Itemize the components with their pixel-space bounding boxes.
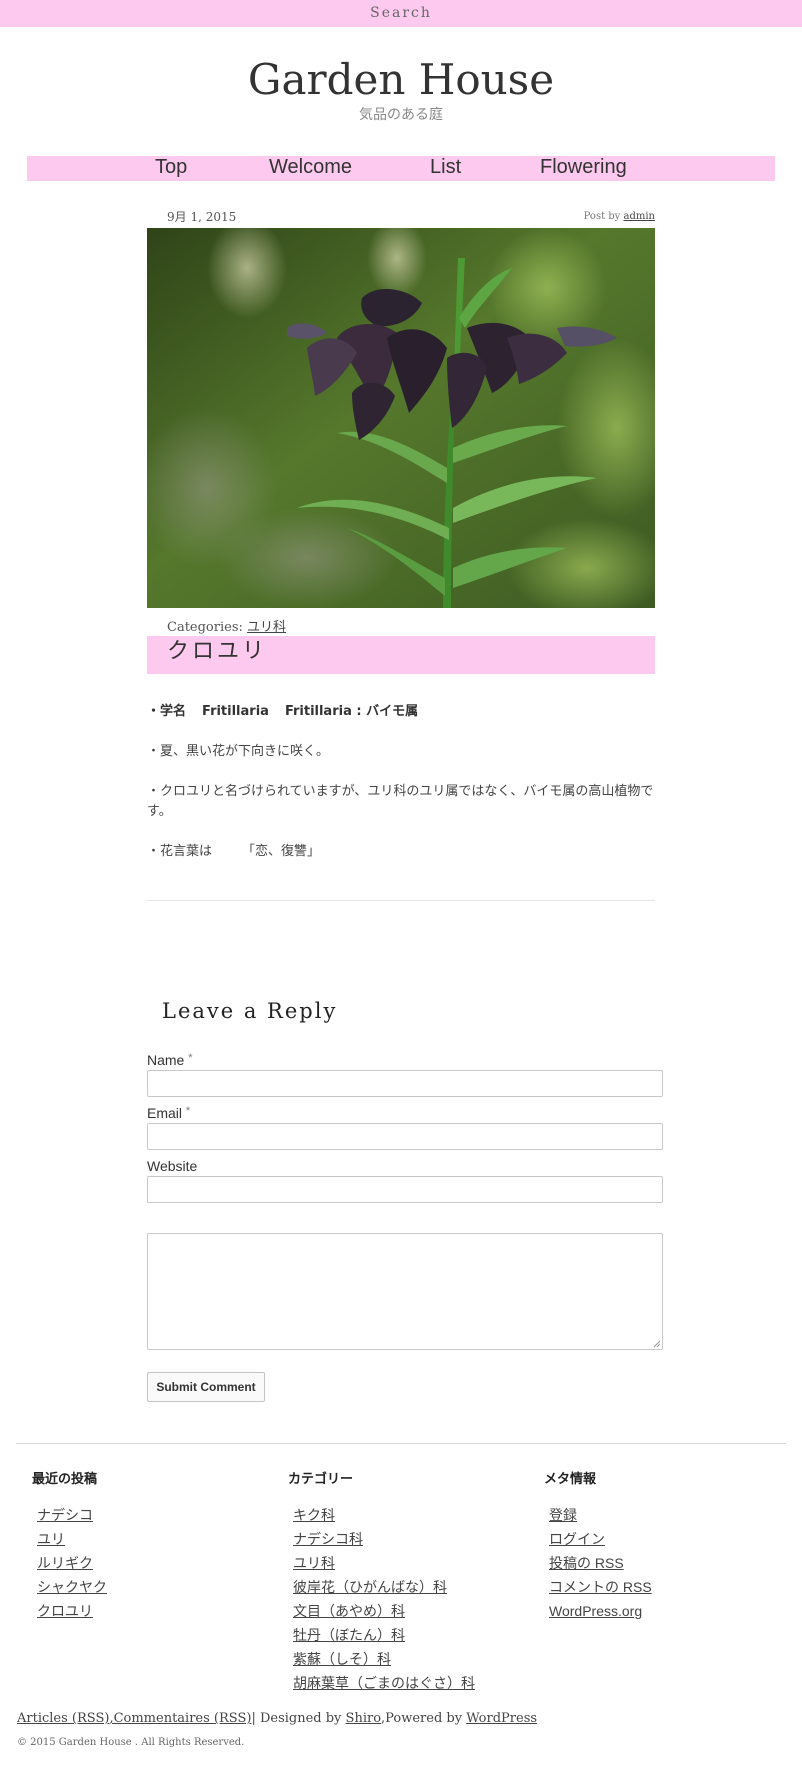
name-label-text: Name — [147, 1052, 185, 1068]
email-label: Email * — [147, 1105, 190, 1121]
main-nav — [27, 156, 775, 181]
sci-label: ・学名 — [147, 704, 187, 719]
nav-item-top[interactable]: Top — [155, 154, 187, 181]
author-link[interactable]: admin — [624, 211, 655, 222]
submit-comment-button[interactable]: Submit Comment — [147, 1372, 265, 1402]
recent-post-item[interactable]: クロユリ — [37, 1599, 107, 1623]
meta-widget-list: 登録 ログイン 投稿の RSS コメントの RSS WordPress.org — [549, 1503, 652, 1623]
website-field[interactable] — [147, 1176, 663, 1203]
required-mark: * — [188, 1052, 193, 1064]
category-item[interactable]: 彼岸花（ひがんばな）科 — [293, 1575, 475, 1599]
categories-label: Categories: — [167, 620, 243, 635]
content-line-3: ・クロユリと名づけられていますが、ユリ科のユリ属ではなく、バイモ属の高山植物です… — [147, 784, 654, 819]
category-item[interactable]: ナデシコ科 — [293, 1527, 475, 1551]
website-label: Website — [147, 1158, 198, 1174]
category-item[interactable]: 胡麻葉草（ごまのはぐさ）科 — [293, 1671, 475, 1695]
required-mark: * — [185, 1105, 191, 1117]
black-lily-photo — [147, 228, 655, 608]
nav-item-list[interactable]: List — [430, 154, 461, 181]
content-line-2: ・夏、黒い花が下向きに咲く。 — [147, 744, 330, 759]
category-item[interactable]: 牡丹（ぼたん）科 — [293, 1623, 475, 1647]
categories-widget-title: カテゴリー — [288, 1472, 354, 1487]
sci-genus: Fritillaria : バイモ属 — [284, 704, 419, 719]
site-subtitle: 気品のある庭 — [359, 107, 443, 123]
meta-item[interactable]: 登録 — [549, 1503, 652, 1527]
recent-post-item[interactable]: ユリ — [37, 1527, 107, 1551]
meta-widget-title: メタ情報 — [544, 1472, 597, 1487]
category-item[interactable]: 文目（あやめ）科 — [293, 1599, 475, 1623]
post-content: ・学名 Fritillaria Fritillaria : バイモ属 ・夏、黒い花が… — [147, 702, 657, 882]
search-label[interactable]: Search — [0, 5, 802, 21]
post-title[interactable]: クロユリ — [167, 636, 267, 668]
comments-rss-link[interactable]: Commentaires (RSS) — [114, 1711, 252, 1726]
flower-language-value: 「恋、復讐」 — [242, 844, 321, 859]
post-date: 9月 1, 2015 — [167, 210, 237, 224]
category-item[interactable]: キク科 — [293, 1503, 475, 1527]
copyright: © 2015 Garden House . All Rights Reserve… — [17, 1737, 245, 1748]
category-item[interactable]: 紫蘇（しそ）科 — [293, 1647, 475, 1671]
nav-item-flowering[interactable]: Flowering — [540, 154, 627, 181]
recent-post-item[interactable]: ルリギク — [37, 1551, 107, 1575]
content-divider — [147, 900, 655, 901]
meta-item[interactable]: ログイン — [549, 1527, 652, 1551]
email-label-text: Email — [147, 1105, 183, 1121]
sci-name: Fritillaria — [202, 704, 269, 719]
site-title[interactable]: Garden House — [0, 52, 802, 107]
powered-by-text: ,Powered by — [381, 1711, 463, 1726]
categories-widget-list: キク科 ナデシコ科 ユリ科 彼岸花（ひがんばな）科 文目（あやめ）科 牡丹（ぼた… — [293, 1503, 475, 1695]
recent-post-item[interactable]: シャクヤク — [37, 1575, 107, 1599]
post-by-label: Post by — [583, 211, 621, 222]
articles-rss-link[interactable]: Articles (RSS) — [17, 1711, 109, 1726]
flower-language-label: ・花言葉は — [147, 844, 213, 859]
nav-item-welcome[interactable]: Welcome — [269, 154, 352, 181]
featured-image — [147, 228, 655, 608]
designer-link[interactable]: Shiro — [346, 1711, 381, 1726]
comment-textarea[interactable] — [147, 1233, 663, 1350]
recent-posts-list: ナデシコ ユリ ルリギク シャクヤク クロユリ — [37, 1503, 107, 1623]
post-author-line: Post by admin — [584, 211, 655, 222]
designed-by-text: | Designed by — [251, 1711, 342, 1726]
name-field[interactable] — [147, 1070, 663, 1097]
footer-divider — [16, 1443, 786, 1444]
footer-credits: Articles (RSS),Commentaires (RSS)| Desig… — [17, 1711, 537, 1726]
category-link[interactable]: ユリ科 — [247, 620, 286, 635]
reply-title: Leave a Reply — [162, 999, 338, 1023]
category-item[interactable]: ユリ科 — [293, 1551, 475, 1575]
meta-item[interactable]: コメントの RSS — [549, 1575, 652, 1599]
name-label: Name * — [147, 1052, 193, 1068]
recent-posts-title: 最近の投稿 — [32, 1472, 98, 1487]
wordpress-link[interactable]: WordPress — [466, 1711, 537, 1726]
flower-language-line: ・花言葉は 「恋、復讐」 — [147, 842, 657, 862]
meta-item[interactable]: 投稿の RSS — [549, 1551, 652, 1575]
resize-grip-icon[interactable] — [653, 1340, 661, 1348]
post-categories: Categories: ユリ科 — [167, 616, 286, 635]
recent-post-item[interactable]: ナデシコ — [37, 1503, 107, 1527]
scientific-name-line: ・学名 Fritillaria Fritillaria : バイモ属 — [147, 702, 657, 722]
email-field[interactable] — [147, 1123, 663, 1150]
meta-item[interactable]: WordPress.org — [549, 1599, 652, 1623]
